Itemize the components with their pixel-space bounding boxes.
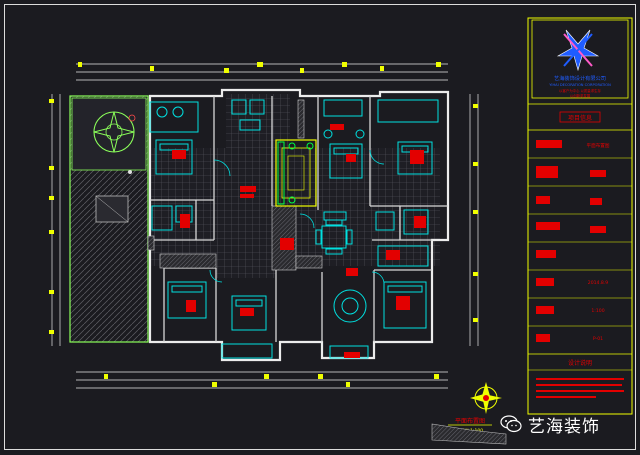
company-slogan-line2: 以创新求发展 (570, 93, 591, 98)
garden-terrace (69, 95, 149, 343)
watermark-text: 艺海装饰 (528, 416, 600, 437)
entrance-steps (431, 423, 507, 445)
company-name: 艺海装饰设计有限公司 (554, 74, 606, 82)
company-slogan-line1: 以客户为中心 以质量求生存 (559, 88, 601, 93)
bottom-dimension-ticks (104, 374, 439, 387)
tb-value-1: 平面布置图 (587, 142, 610, 149)
lower-rooms-furniture (167, 281, 427, 359)
company-logo (556, 29, 600, 72)
tiled-corridor (216, 254, 276, 278)
tb-value-7: P-01 (593, 336, 603, 342)
company-name-en: YIHAI DECORATION CORPORATION (549, 83, 611, 87)
watermark: 艺海装饰 (500, 410, 600, 438)
plan-caption: 平面布置图 (455, 417, 485, 425)
tb-value-6: 1:100 (591, 308, 604, 314)
compass-icon (470, 382, 502, 414)
section-header: 设计说明 (568, 359, 592, 367)
cad-drawing: 平面布置图 PLAN 1:100 艺海装饰设计有限公司 YIHAI DECORA… (4, 4, 636, 450)
design-notes (536, 378, 624, 398)
title-block-row-labels (536, 140, 562, 342)
tiled-foyer (226, 94, 290, 174)
wechat-icon (500, 415, 522, 433)
project-header: 项目信息 (568, 114, 592, 122)
tb-value-5: 2014.8.9 (588, 280, 609, 286)
bottom-dimension-lines (76, 371, 448, 389)
